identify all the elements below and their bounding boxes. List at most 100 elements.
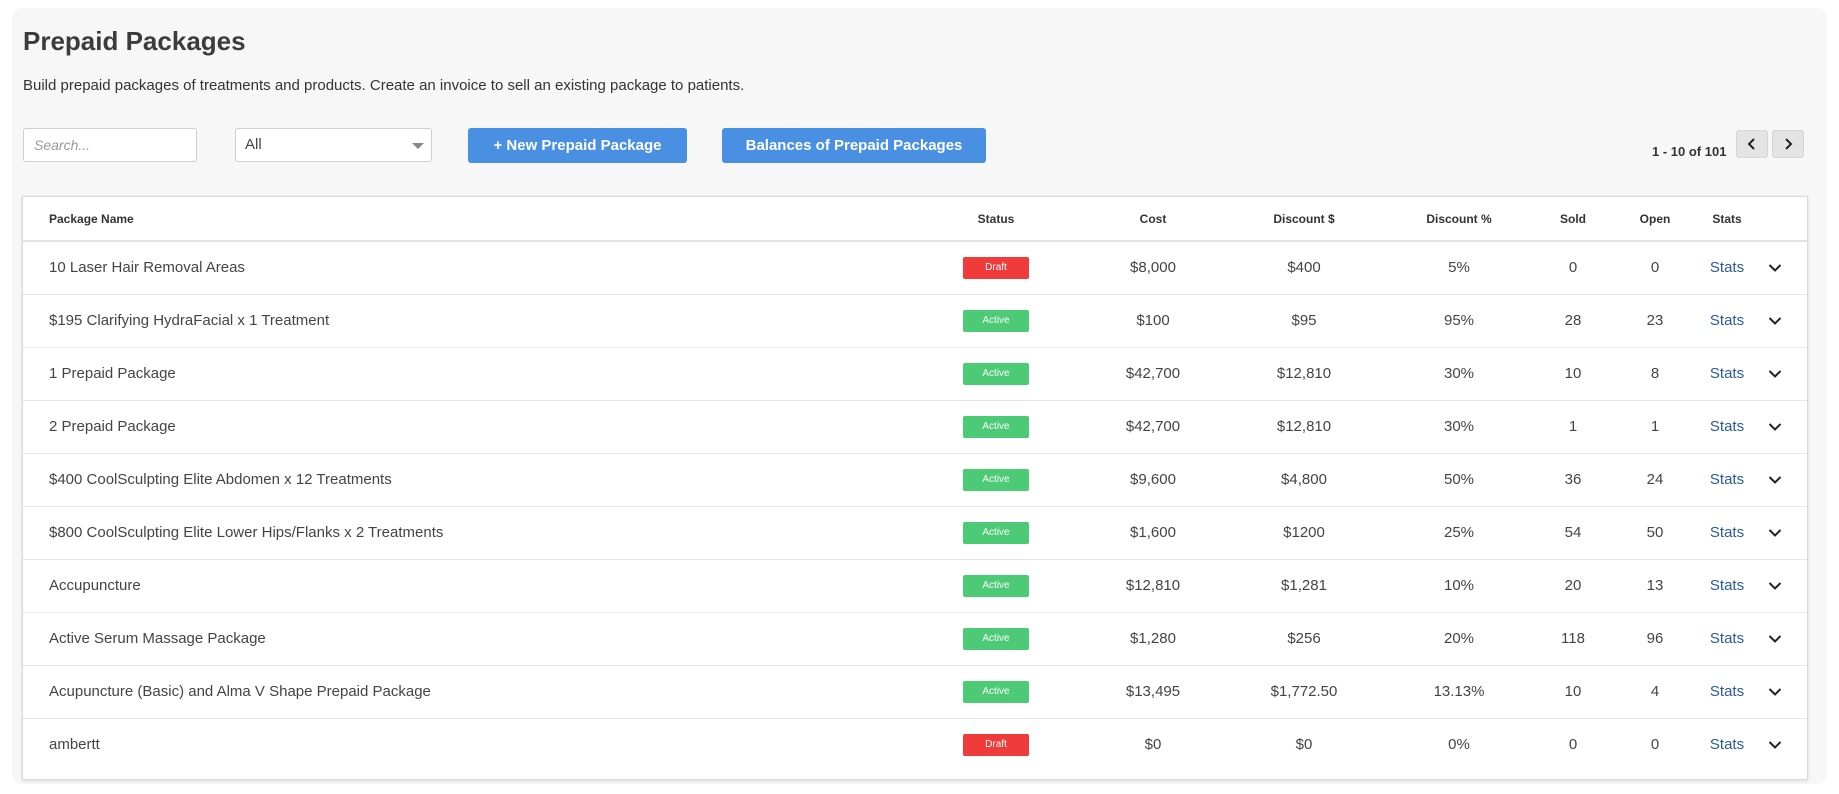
discount-amount-cell: $95 — [1291, 312, 1317, 329]
cost-cell: $0 — [1144, 736, 1162, 753]
balances-of-prepaid-packages-button[interactable]: Balances of Prepaid Packages — [722, 128, 986, 163]
status-cell: Active — [963, 666, 1029, 718]
table-row[interactable]: Active Serum Massage Package Active $1,2… — [23, 613, 1807, 666]
expand-row-button[interactable] — [1763, 242, 1787, 295]
stats-link[interactable]: Stats — [1710, 630, 1744, 647]
header-discount-percent[interactable]: Discount % — [1409, 197, 1509, 242]
search-input[interactable] — [23, 128, 197, 162]
cost-cell: $42,700 — [1125, 418, 1181, 435]
chevron-down-icon — [1768, 529, 1782, 537]
header-discount-amount[interactable]: Discount $ — [1249, 197, 1359, 242]
caret-down-icon — [412, 143, 424, 149]
stats-link[interactable]: Stats — [1710, 418, 1744, 435]
sold-cell: 0 — [1568, 736, 1578, 753]
stats-link[interactable]: Stats — [1710, 471, 1744, 488]
header-package-name[interactable]: Package Name — [49, 197, 134, 242]
next-page-button[interactable] — [1772, 130, 1804, 158]
stats-link[interactable]: Stats — [1710, 312, 1744, 329]
discount-amount-cell: $1200 — [1283, 524, 1325, 541]
package-name[interactable]: $195 Clarifying HydraFacial x 1 Treatmen… — [49, 295, 329, 347]
package-name[interactable]: 2 Prepaid Package — [49, 401, 176, 453]
expand-row-button[interactable] — [1763, 560, 1787, 613]
status-badge: Draft — [963, 257, 1029, 280]
open-cell: 23 — [1646, 312, 1664, 329]
cost-cell: $1,600 — [1130, 524, 1176, 541]
chevron-down-icon — [1768, 476, 1782, 484]
package-name[interactable]: $400 CoolSculpting Elite Abdomen x 12 Tr… — [49, 454, 392, 506]
status-cell: Active — [963, 613, 1029, 665]
expand-row-button[interactable] — [1763, 613, 1787, 666]
package-name[interactable]: Accupuncture — [49, 560, 141, 612]
header-status[interactable]: Status — [963, 197, 1029, 242]
header-sold[interactable]: Sold — [1543, 197, 1603, 242]
stats-link[interactable]: Stats — [1710, 736, 1744, 753]
stats-cell: Stats — [1707, 560, 1747, 612]
stats-link[interactable]: Stats — [1710, 683, 1744, 700]
status-badge: Draft — [963, 734, 1029, 757]
table-header: Package Name Status Cost Discount $ Disc… — [23, 197, 1807, 242]
open-cell: 4 — [1650, 683, 1660, 700]
discount-amount-cell: $256 — [1287, 630, 1321, 647]
previous-page-button[interactable] — [1736, 130, 1768, 158]
status-cell: Active — [963, 295, 1029, 347]
open-cell: 96 — [1646, 630, 1664, 647]
stats-link[interactable]: Stats — [1710, 365, 1744, 382]
table-row[interactable]: 10 Laser Hair Removal Areas Draft $8,000… — [23, 242, 1807, 295]
discount-percent-cell: 13.13% — [1433, 683, 1485, 700]
open-cell: 1 — [1650, 418, 1660, 435]
cost-cell: $42,700 — [1125, 365, 1181, 382]
package-name[interactable]: Acupuncture (Basic) and Alma V Shape Pre… — [49, 666, 431, 718]
package-name[interactable]: 1 Prepaid Package — [49, 348, 176, 400]
chevron-down-icon — [1768, 741, 1782, 749]
table-row[interactable]: $400 CoolSculpting Elite Abdomen x 12 Tr… — [23, 454, 1807, 507]
header-open[interactable]: Open — [1625, 197, 1685, 242]
header-cost[interactable]: Cost — [1103, 197, 1203, 242]
chevron-down-icon — [1768, 582, 1782, 590]
cost-cell: $9,600 — [1130, 471, 1176, 488]
table-row[interactable]: Acupuncture (Basic) and Alma V Shape Pre… — [23, 666, 1807, 719]
status-cell: Active — [963, 401, 1029, 453]
expand-row-button[interactable] — [1763, 666, 1787, 719]
discount-amount-cell: $4,800 — [1281, 471, 1327, 488]
discount-percent-cell: 0% — [1448, 736, 1470, 753]
expand-row-button[interactable] — [1763, 295, 1787, 348]
stats-cell: Stats — [1707, 348, 1747, 400]
package-name[interactable]: $800 CoolSculpting Elite Lower Hips/Flan… — [49, 507, 443, 559]
stats-cell: Stats — [1707, 295, 1747, 347]
stats-link[interactable]: Stats — [1710, 524, 1744, 541]
status-badge: Active — [963, 363, 1029, 386]
stats-link[interactable]: Stats — [1710, 259, 1744, 276]
table-row[interactable]: 2 Prepaid Package Active $42,700 $12,810… — [23, 401, 1807, 454]
table-row[interactable]: $800 CoolSculpting Elite Lower Hips/Flan… — [23, 507, 1807, 560]
table-row[interactable]: Accupuncture Active $12,810 $1,281 10% 2… — [23, 560, 1807, 613]
package-name[interactable]: ambertt — [49, 719, 100, 771]
status-badge: Active — [963, 628, 1029, 651]
stats-cell: Stats — [1707, 242, 1747, 294]
sold-cell: 28 — [1564, 312, 1582, 329]
expand-row-button[interactable] — [1763, 454, 1787, 507]
chevron-down-icon — [1768, 423, 1782, 431]
expand-row-button[interactable] — [1763, 401, 1787, 454]
package-name[interactable]: 10 Laser Hair Removal Areas — [49, 242, 245, 294]
table-row[interactable]: 1 Prepaid Package Active $42,700 $12,810… — [23, 348, 1807, 401]
open-cell: 50 — [1646, 524, 1664, 541]
discount-amount-cell: $400 — [1287, 259, 1321, 276]
status-cell: Draft — [963, 242, 1029, 294]
chevron-down-icon — [1768, 688, 1782, 696]
expand-row-button[interactable] — [1763, 507, 1787, 560]
sold-cell: 54 — [1564, 524, 1582, 541]
discount-percent-cell: 50% — [1443, 471, 1475, 488]
package-name[interactable]: Active Serum Massage Package — [49, 613, 266, 665]
prepaid-packages-table: Package Name Status Cost Discount $ Disc… — [22, 196, 1808, 780]
expand-row-button[interactable] — [1763, 719, 1787, 772]
stats-link[interactable]: Stats — [1710, 577, 1744, 594]
expand-row-button[interactable] — [1763, 348, 1787, 401]
discount-percent-cell: 10% — [1443, 577, 1475, 594]
discount-percent-cell: 25% — [1443, 524, 1475, 541]
status-filter-select[interactable]: All — [235, 128, 432, 162]
new-prepaid-package-button[interactable]: + New Prepaid Package — [468, 128, 687, 163]
table-row[interactable]: $195 Clarifying HydraFacial x 1 Treatmen… — [23, 295, 1807, 348]
sold-cell: 118 — [1561, 630, 1585, 647]
discount-amount-cell: $12,810 — [1276, 418, 1332, 435]
table-row[interactable]: ambertt Draft $0 $0 0% 0 0 Stats — [23, 719, 1807, 772]
